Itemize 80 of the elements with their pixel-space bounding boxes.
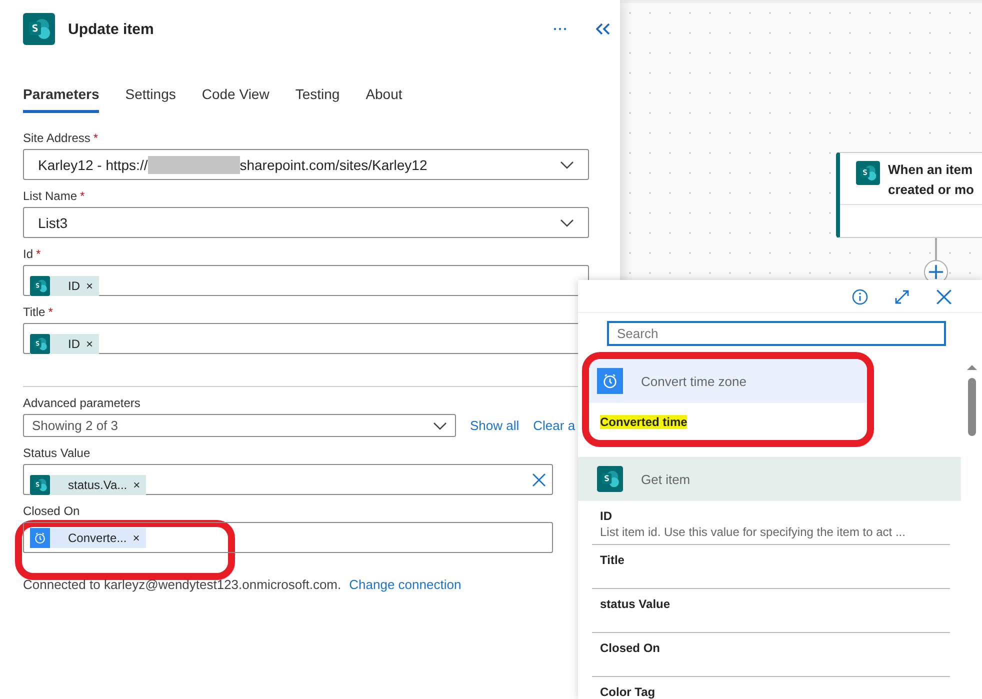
- field-label: Status Value: [23, 446, 90, 460]
- dropdown-field[interactable]: Karley12 - https:// sharepoint.com/sites/Karley12: [23, 149, 589, 180]
- required-mark: *: [48, 305, 53, 319]
- remove-token[interactable]: ×: [133, 478, 140, 492]
- trigger-title: When an item: [888, 161, 974, 179]
- dynamic-content-item[interactable]: Title: [592, 545, 950, 589]
- alarm-clock-icon: [30, 528, 50, 548]
- token-field[interactable]: ID ×: [23, 265, 589, 296]
- close-icon[interactable]: [936, 289, 952, 305]
- section-label: Advanced parameters: [23, 396, 140, 410]
- sharepoint-icon: [597, 466, 623, 492]
- sharepoint-icon: [856, 161, 880, 185]
- trigger-card[interactable]: When an item created or mo: [836, 152, 982, 238]
- alarm-clock-icon: [597, 368, 623, 394]
- chevron-down-icon[interactable]: [433, 422, 447, 430]
- sharepoint-icon: [23, 13, 55, 45]
- sharepoint-icon: [30, 474, 50, 494]
- token-chip[interactable]: ID ×: [30, 334, 100, 354]
- item-description: List item id. Use this value for specifying the item to act ...: [600, 525, 906, 539]
- field-value: List3: [38, 214, 68, 230]
- item-name: status Value: [600, 597, 670, 611]
- field-label: Site Address: [23, 131, 90, 145]
- connection-text: Connected to karleyz@wendytest123.onmicrosoft.com.: [23, 577, 342, 592]
- connector-title: Get item: [641, 472, 690, 486]
- dynamic-content-item[interactable]: Converted time: [592, 403, 862, 440]
- clear-link[interactable]: Clear a: [533, 418, 576, 433]
- required-mark: *: [80, 189, 85, 203]
- field-label: List Name: [23, 189, 78, 203]
- tab[interactable]: Testing: [295, 82, 340, 113]
- connector-header[interactable]: Get item: [578, 457, 961, 501]
- token-field[interactable]: Converte... ×: [23, 522, 553, 553]
- token-chip[interactable]: Converte... ×: [30, 528, 146, 548]
- field-value: sharepoint.com/sites/Karley12: [240, 156, 428, 172]
- remove-token[interactable]: ×: [132, 530, 140, 544]
- required-mark: *: [93, 131, 98, 145]
- dynamic-content-item[interactable]: Color Tag: [592, 677, 950, 699]
- scroll-up-arrow-icon[interactable]: [967, 364, 977, 370]
- expand-icon[interactable]: [894, 289, 910, 305]
- item-name: Color Tag: [600, 685, 656, 699]
- panel-title: Update item: [68, 20, 155, 38]
- chevron-down-icon[interactable]: [560, 160, 574, 168]
- connector-title: Convert time zone: [641, 374, 746, 388]
- field-value: Karley12 - https://: [38, 156, 148, 172]
- plus-icon: [929, 265, 943, 279]
- token-field[interactable]: status.Va... ×: [23, 464, 553, 495]
- tab[interactable]: About: [366, 82, 402, 113]
- remove-token[interactable]: ×: [86, 278, 94, 292]
- sharepoint-icon: [30, 334, 50, 354]
- info-icon[interactable]: [852, 289, 868, 305]
- dynamic-content-item[interactable]: status Value: [592, 589, 950, 633]
- dropdown-field[interactable]: Showing 2 of 3: [23, 414, 456, 437]
- more-options-icon[interactable]: [553, 27, 567, 31]
- dynamic-content-item[interactable]: ID List item id. Use this value for specifying the item to act ...: [592, 501, 950, 545]
- search-field[interactable]: Search: [607, 321, 946, 346]
- collapse-icon[interactable]: [596, 23, 610, 35]
- dropdown-field[interactable]: List3: [23, 207, 589, 238]
- field-label: Id: [23, 247, 34, 261]
- clear-icon[interactable]: [532, 472, 546, 486]
- connector-header[interactable]: Convert time zone: [589, 359, 867, 403]
- field-label: Closed On: [23, 504, 80, 518]
- tab[interactable]: Settings: [125, 82, 176, 113]
- token-chip[interactable]: status.Va... ×: [30, 474, 146, 494]
- trigger-title: created or mo: [888, 181, 974, 199]
- chevron-down-icon[interactable]: [560, 218, 574, 226]
- required-mark: *: [36, 247, 41, 261]
- field-label: Title: [23, 305, 46, 319]
- item-name: Closed On: [600, 641, 660, 655]
- item-name: ID: [600, 509, 612, 523]
- tab[interactable]: Parameters: [23, 82, 100, 113]
- sharepoint-icon: [30, 276, 50, 296]
- change-connection-link[interactable]: Change connection: [349, 577, 462, 592]
- scrollbar-thumb[interactable]: [968, 378, 976, 436]
- tab[interactable]: Code View: [202, 82, 270, 113]
- item-name: Title: [600, 553, 624, 567]
- item-name: Converted time: [600, 415, 688, 429]
- field-value: Showing 2 of 3: [32, 418, 118, 433]
- dynamic-content-item[interactable]: Closed On: [592, 633, 950, 677]
- remove-token[interactable]: ×: [86, 336, 94, 350]
- token-chip[interactable]: ID ×: [30, 276, 100, 296]
- show-all-link[interactable]: Show all: [470, 418, 520, 433]
